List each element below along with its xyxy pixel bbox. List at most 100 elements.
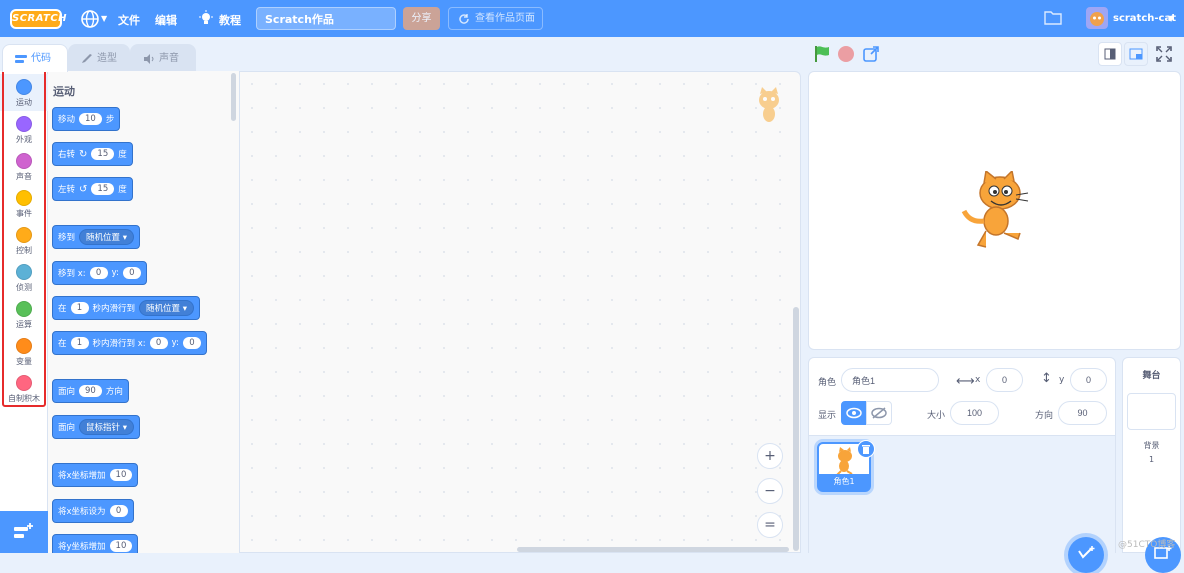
show-label: 显示 [818, 411, 837, 421]
block-glide-xy[interactable]: 在 1 秒内滑行到 x: 0 y: 0 [52, 331, 207, 355]
see-project-page-label: 查看作品页面 [475, 13, 535, 24]
block-input[interactable]: 0 [89, 267, 108, 279]
green-flag-icon[interactable] [813, 45, 831, 63]
extension-icon [14, 523, 33, 538]
block-text: y: [111, 268, 119, 278]
block-input[interactable]: 1 [70, 302, 89, 314]
block-text: 移到 x: [58, 269, 86, 279]
x-position-input[interactable] [986, 368, 1023, 392]
block-input[interactable]: 15 [91, 148, 115, 160]
tab-costumes[interactable]: 造型 [68, 44, 130, 72]
zoom-out-button[interactable]: − [757, 478, 783, 504]
zoom-in-button[interactable]: + [757, 443, 783, 469]
fullscreen-icon[interactable] [1156, 46, 1172, 62]
small-stage-button[interactable] [1098, 42, 1122, 66]
add-sprite-button[interactable] [1068, 537, 1104, 573]
block-turn-right[interactable]: 右转 ↻ 15 度 [52, 142, 133, 166]
block-text: 在 [58, 304, 67, 314]
normal-stage-icon [1129, 48, 1143, 60]
stage-selector[interactable]: 舞台 背景 1 [1122, 357, 1181, 553]
folder-icon[interactable] [1044, 10, 1062, 25]
sprite-indicator-icon [759, 87, 779, 122]
stage-thumbnail[interactable] [1127, 393, 1176, 430]
block-goto-xy[interactable]: 移到 x: 0 y: 0 [52, 261, 147, 285]
sprite-list: 角色1 [809, 435, 1115, 554]
tab-costumes-label: 造型 [97, 53, 117, 64]
avatar[interactable] [1086, 7, 1108, 29]
hide-sprite-button[interactable] [866, 401, 892, 425]
tab-sounds[interactable]: 声音 [130, 44, 196, 72]
block-turn-left[interactable]: 左转 ↺ 15 度 [52, 177, 133, 201]
file-menu[interactable]: 文件 [118, 12, 140, 28]
vertical-arrows-icon: ↕ [1041, 371, 1052, 386]
block-dropdown[interactable]: 随机位置 ▾ [79, 229, 134, 245]
turbo-share-icon[interactable] [862, 45, 880, 63]
horizontal-arrows-icon: ⟷ [956, 374, 975, 389]
block-move-steps[interactable]: 移动 10 步 [52, 107, 121, 131]
zoom-reset-button[interactable]: = [757, 512, 783, 538]
block-goto[interactable]: 移到 随机位置 ▾ [52, 225, 140, 249]
project-title-input[interactable] [256, 7, 396, 30]
tab-code[interactable]: 代码 [2, 44, 68, 72]
block-input[interactable]: 1 [70, 337, 89, 349]
workspace-horizontal-scrollbar[interactable] [517, 547, 789, 552]
block-text: 左转 [58, 185, 76, 195]
delete-sprite-button[interactable] [857, 440, 875, 458]
block-input[interactable]: 10 [79, 113, 102, 125]
stage-canvas[interactable] [808, 71, 1181, 350]
block-text: 将x坐标设为 [58, 507, 106, 517]
see-project-page-button[interactable]: 查看作品页面 [448, 7, 543, 30]
block-dropdown-label: 鼠标指针 [86, 423, 121, 433]
block-text: y: [171, 338, 179, 348]
stop-button[interactable] [838, 46, 854, 62]
backdrops-label: 背景 [1143, 441, 1160, 450]
block-input[interactable]: 0 [109, 505, 128, 517]
block-text: 移到 [58, 233, 76, 243]
tutorials-menu[interactable]: 教程 [219, 12, 241, 28]
workspace-vertical-scrollbar[interactable] [793, 307, 799, 551]
lightbulb-icon [199, 10, 213, 24]
palette-scrollbar[interactable] [231, 73, 236, 121]
block-input[interactable]: 10 [109, 540, 133, 552]
block-input[interactable]: 0 [122, 267, 141, 279]
block-input[interactable]: 90 [79, 385, 102, 397]
sprite-thumbnail[interactable]: 角色1 [817, 440, 875, 492]
block-input[interactable]: 15 [91, 183, 115, 195]
share-button[interactable]: 分享 [403, 7, 440, 30]
block-dropdown[interactable]: 鼠标指针 ▾ [79, 419, 134, 435]
block-dropdown[interactable]: 随机位置 ▾ [139, 300, 195, 316]
code-workspace[interactable]: + − = [240, 71, 801, 553]
block-change-x[interactable]: 将x坐标增加 10 [52, 463, 139, 487]
tab-code-label: 代码 [31, 53, 51, 64]
cat-sprite-icon[interactable] [956, 171, 1036, 251]
watermark: @51CTO博客 [1118, 540, 1176, 550]
block-input[interactable]: 0 [182, 337, 201, 349]
y-position-input[interactable] [1070, 368, 1107, 392]
block-point-direction[interactable]: 面向 90 方向 [52, 379, 129, 403]
scratch-logo[interactable]: SCRATCH [10, 9, 67, 29]
block-change-y[interactable]: 将y坐标增加 10 [52, 534, 139, 553]
globe-icon[interactable] [80, 9, 100, 29]
block-input[interactable]: 0 [149, 337, 168, 349]
block-text: 秒内滑行到 [92, 304, 136, 314]
block-glide-to[interactable]: 在 1 秒内滑行到 随机位置 ▾ [52, 296, 201, 320]
add-extension-button[interactable] [0, 511, 48, 553]
block-palette: 运动 移动 10 步 右转 ↻ 15 度 左转 ↺ 15 度 移到 随机位置 ▾ 移到 x: 0 y:… [48, 71, 240, 553]
cat-plus-icon [1078, 546, 1095, 559]
show-sprite-button[interactable] [841, 401, 867, 425]
size-input[interactable] [950, 401, 999, 425]
normal-stage-button[interactable] [1124, 42, 1148, 66]
backdrops-count: 1 [1148, 455, 1155, 464]
language-caret-icon[interactable]: ▼ [101, 14, 107, 23]
direction-input[interactable] [1058, 401, 1107, 425]
block-point-towards[interactable]: 面向 鼠标指针 ▾ [52, 415, 140, 439]
small-stage-icon [1104, 48, 1116, 60]
trash-icon [862, 445, 870, 454]
eye-icon [846, 407, 862, 419]
edit-menu[interactable]: 编辑 [155, 12, 177, 28]
block-input[interactable]: 10 [109, 469, 133, 481]
account-caret-icon[interactable]: ▼ [1168, 14, 1174, 23]
username[interactable]: scratch-cat [1113, 13, 1176, 24]
sprite-name-input[interactable] [841, 368, 939, 392]
block-set-x[interactable]: 将x坐标设为 0 [52, 499, 134, 523]
